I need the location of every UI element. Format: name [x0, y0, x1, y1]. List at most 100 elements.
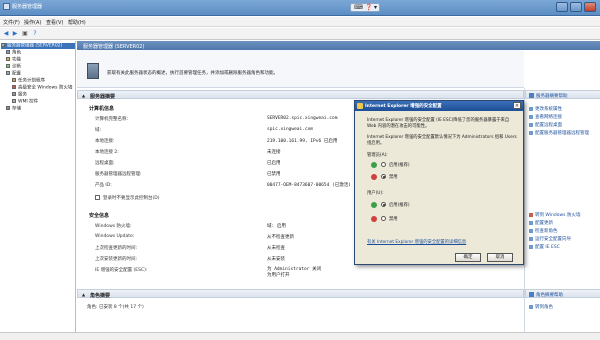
security-value: 从未安装 — [267, 257, 285, 262]
users-off-label: 禁用 — [389, 217, 398, 222]
wizard-icon — [529, 236, 533, 241]
roles-icon — [529, 304, 533, 309]
forward-icon[interactable]: ▶ — [11, 30, 19, 38]
close-button[interactable] — [584, 2, 596, 12]
roles-icon — [529, 228, 533, 233]
users-label: 用户(U): — [367, 191, 384, 196]
field-label: 产品 ID: — [95, 183, 112, 188]
dialog-close-button[interactable]: × — [513, 102, 521, 109]
keyboard-icon[interactable]: ⌨ — [354, 4, 363, 12]
tree-item-diagnostics[interactable]: 诊断 — [6, 64, 21, 70]
hide-console-checkbox[interactable] — [95, 195, 100, 200]
shield-on-icon — [371, 162, 377, 168]
tree-item-wmi[interactable]: WMI 控件 — [12, 99, 38, 105]
collapse-icon[interactable]: ▲ — [82, 93, 85, 98]
link-view-network[interactable]: 查看网络连接 — [529, 114, 562, 120]
security-info-title: 安全信息 — [89, 213, 110, 219]
security-value: 从不检查更新 — [267, 235, 294, 240]
dialog-description: Internet Explorer 增强的安全配置 (IE ESC)降低了您的服… — [367, 118, 510, 129]
window-title: 服务器管理器 — [12, 4, 43, 10]
field-value: 已启用 — [267, 161, 281, 166]
tree-item-configuration[interactable]: 配置 — [6, 71, 21, 77]
users-off-radio[interactable] — [381, 216, 386, 221]
shield-off-icon — [371, 174, 377, 180]
field-value: 00477-OEM-8473607-00654 (已激活) — [267, 183, 351, 188]
link-go-to-roles[interactable]: 转到角色 — [529, 304, 553, 310]
link-configure-updates[interactable]: 配置更新 — [529, 220, 553, 226]
back-icon[interactable]: ◀ — [2, 30, 10, 38]
roles-summary-header[interactable]: ▲ 角色摘要 — [77, 289, 524, 299]
menu-view[interactable]: 查看(V) — [46, 19, 63, 26]
link-security-wizard[interactable]: 运行安全配置向导 — [529, 236, 571, 242]
link-firewall[interactable]: 转到 Windows 防火墙 — [529, 212, 580, 218]
ie-icon — [529, 244, 533, 249]
tree-item-services[interactable]: 服务 — [12, 92, 27, 98]
field-value: 219.100.161.99, IPv6 已启用 — [267, 139, 338, 144]
management-icon — [529, 130, 533, 135]
admin-label: 管理员(A): — [367, 153, 388, 158]
hide-console-label: 登录时不要显示此控制台(D) — [103, 196, 160, 201]
tree-item-server-manager[interactable]: 服务器管理器 (SERVER02) — [1, 43, 75, 49]
tree-item-task-scheduler[interactable]: 任务计划程序 — [12, 78, 45, 84]
tree-item-roles[interactable]: 角色 — [6, 50, 21, 56]
ie-esc-info-link[interactable]: 有关 Internet Explorer 增强的安全配置的详细信息 — [367, 239, 466, 245]
security-label: 上次检查更新的时间: — [95, 246, 138, 251]
security-value: 为 Administrator 关闭 为用户打开 — [267, 267, 322, 278]
field-label: 本地连接 2: — [95, 150, 119, 155]
admin-off-radio[interactable] — [381, 174, 386, 179]
admin-on-label: 启用(推荐) — [389, 163, 410, 168]
info-strip: 获取有关此服务器状态的概述，执行首要管理任务，并添加或删除服务器角色和功能。 — [77, 50, 524, 88]
storage-icon — [6, 106, 10, 110]
admin-on-radio[interactable] — [381, 162, 386, 167]
security-label: Windows 防火墙: — [95, 224, 132, 229]
tree-item-storage[interactable]: 存储 — [6, 106, 21, 112]
summary-help-header[interactable]: 服务器摘要帮助 — [525, 90, 600, 99]
dialog-title-bar: Internet Explorer 增强的安全配置 × — [355, 101, 523, 111]
shield-off-icon — [371, 216, 377, 222]
help-toolbar-icon[interactable]: ? — [31, 30, 39, 38]
maximize-button[interactable] — [570, 2, 582, 12]
link-remote-management[interactable]: 配置服务器管理器远程管理 — [529, 130, 589, 136]
main-header: 服务器管理器 (SERVER02) — [77, 41, 600, 50]
roles-help-header[interactable]: 角色摘要帮助 — [525, 289, 600, 298]
help-icon — [529, 292, 534, 297]
admin-off-label: 禁用 — [389, 175, 398, 180]
shield-on-icon — [371, 202, 377, 208]
chevron-down-icon[interactable]: ▾ — [374, 4, 377, 12]
menu-file[interactable]: 文件(F) — [3, 19, 20, 26]
update-icon — [529, 220, 533, 225]
server-icon — [87, 63, 99, 79]
security-label: Windows Update: — [95, 234, 135, 239]
link-change-system-properties[interactable]: 更改系统属性 — [529, 106, 562, 112]
server-summary-header[interactable]: ▲ 服务器摘要 — [77, 90, 524, 100]
link-remote-desktop[interactable]: 配置远程桌面 — [529, 122, 562, 128]
task-scheduler-icon — [12, 78, 16, 82]
link-configure-ie-esc[interactable]: 配置 IE ESC — [529, 244, 560, 250]
configuration-icon — [6, 71, 10, 75]
users-on-radio[interactable] — [381, 202, 386, 207]
field-label: 服务器管理器远程管理: — [95, 172, 142, 177]
tree-item-features[interactable]: 功能 — [6, 57, 21, 63]
menu-help[interactable]: 帮助(H) — [68, 19, 86, 26]
language-bar[interactable]: ⌨ ❓ ▾ — [350, 3, 380, 12]
title-bar: 服务器管理器 ⌨ ❓ ▾ — [0, 0, 600, 16]
minimize-button[interactable] — [556, 2, 568, 12]
field-value: spic.xingweai.com — [267, 127, 314, 132]
main-header-title: 服务器管理器 (SERVER02) — [83, 44, 145, 50]
security-value: 域: 启用 — [267, 224, 286, 229]
roles-count: 角色: 已安装 8 个(共 17 个) — [87, 305, 144, 310]
tree-item-firewall[interactable]: 高级安全 Windows 防火墙 — [12, 85, 72, 91]
help-icon[interactable]: ❓ — [365, 4, 372, 12]
up-icon[interactable]: ▣ — [21, 30, 29, 38]
diagnostics-icon — [6, 64, 10, 68]
firewall-icon — [12, 85, 16, 89]
ok-button[interactable]: 确定 — [455, 253, 481, 262]
security-label: IE 增强的安全配置 (ESC): — [95, 268, 148, 273]
collapse-icon[interactable]: ▲ — [82, 292, 85, 297]
status-bar — [0, 332, 600, 340]
cancel-button[interactable]: 取消 — [487, 253, 513, 262]
wmi-icon — [12, 99, 16, 103]
menu-action[interactable]: 操作(A) — [24, 19, 41, 26]
link-check-roles[interactable]: 检查新角色 — [529, 228, 558, 234]
actions-pane: 服务器摘要帮助 更改系统属性 查看网络连接 配置远程桌面 配置服务器管理器远程管… — [524, 88, 600, 340]
